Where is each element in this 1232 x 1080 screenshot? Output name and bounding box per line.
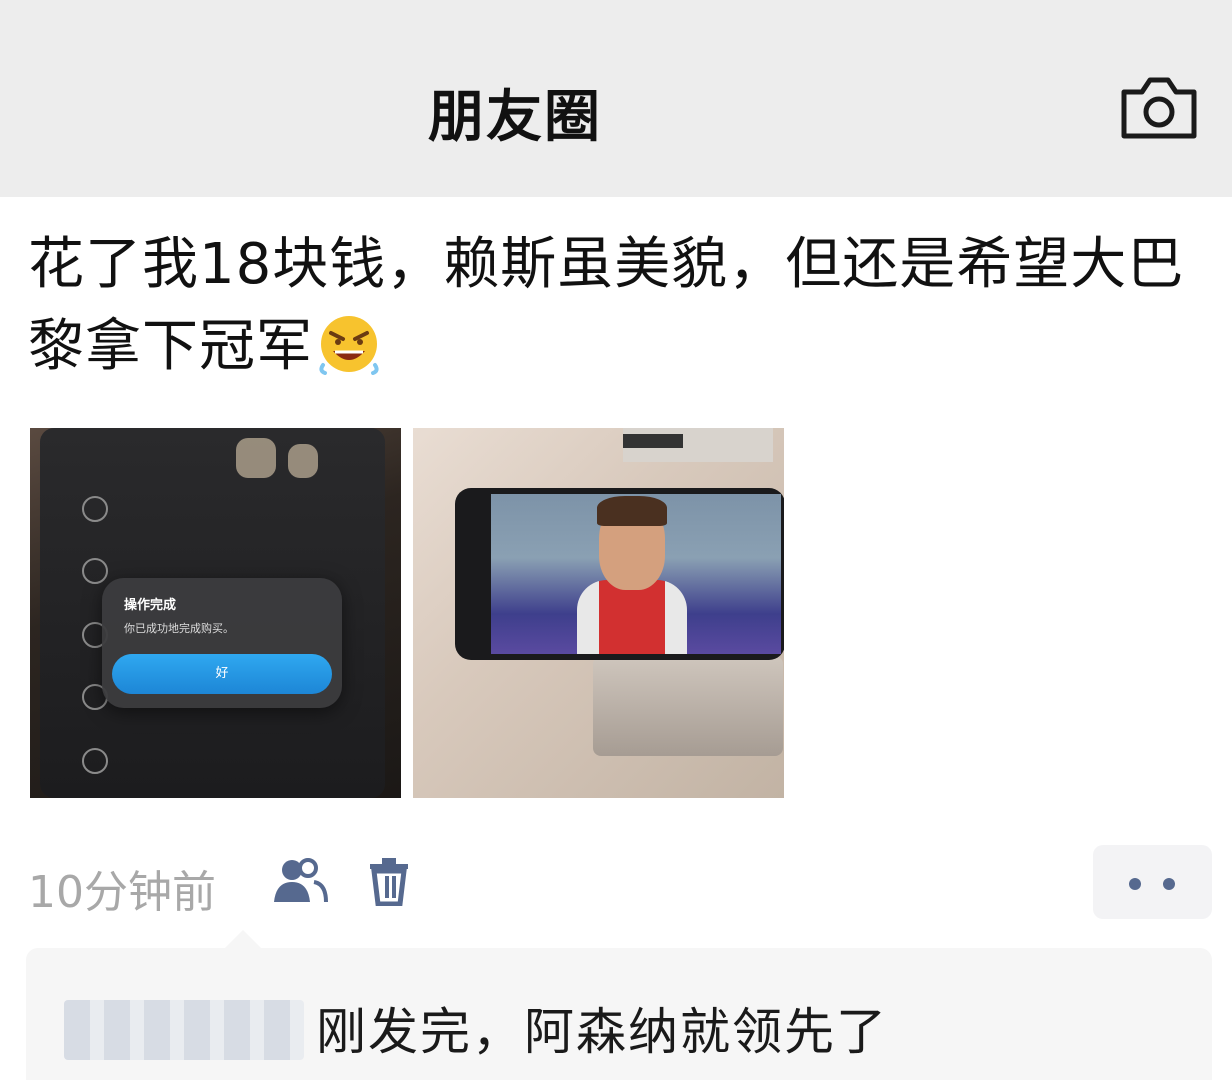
light-reflection	[236, 438, 276, 478]
post-photo-2[interactable]	[413, 428, 784, 798]
trash-icon[interactable]	[368, 858, 410, 910]
moments-page: 朋友圈 花了我18块钱，赖斯虽美貌，但还是希望大巴黎拿下冠军 操作完成 你已成功…	[0, 0, 1232, 1080]
comment-text: 刚发完，阿森纳就领先了	[316, 1003, 888, 1061]
lamp-label	[623, 434, 683, 448]
post-photo-1[interactable]: 操作完成 你已成功地完成购买。 好	[30, 428, 401, 798]
light-reflection	[288, 444, 318, 478]
screen-menu-icon	[82, 558, 108, 584]
camera-icon[interactable]	[1116, 72, 1202, 142]
player-hair	[597, 496, 667, 526]
screen-menu-icon	[82, 496, 108, 522]
phone-on-stand	[455, 488, 784, 660]
purchase-dialog: 操作完成 你已成功地完成购买。 好	[102, 578, 342, 708]
phone-screen-image: 操作完成 你已成功地完成购买。 好	[40, 428, 385, 798]
comment-arrow	[225, 930, 261, 948]
post-text: 花了我18块钱，赖斯虽美貌，但还是希望大巴黎拿下冠军	[28, 232, 1185, 379]
dialog-title: 操作完成	[124, 598, 177, 613]
post-content: 花了我18块钱，赖斯虽美貌，但还是希望大巴黎拿下冠军	[28, 224, 1198, 388]
screen-menu-icon	[82, 748, 108, 774]
grinning-angry-face-emoji	[313, 313, 385, 375]
page-title: 朋友圈	[428, 85, 602, 150]
dot	[1163, 878, 1175, 890]
post-time: 10分钟前	[28, 867, 216, 918]
comment-author-blurred	[64, 1000, 304, 1060]
dialog-ok-button: 好	[112, 654, 332, 694]
people-icon[interactable]	[270, 858, 330, 908]
phone-stand	[593, 656, 783, 756]
match-broadcast-image	[491, 494, 781, 654]
player-shirt	[577, 580, 687, 654]
dot	[1129, 878, 1141, 890]
top-nav-bar: 朋友圈	[0, 0, 1232, 197]
dialog-message: 你已成功地完成购买。	[124, 622, 234, 635]
more-dots-icon[interactable]	[1093, 845, 1212, 919]
